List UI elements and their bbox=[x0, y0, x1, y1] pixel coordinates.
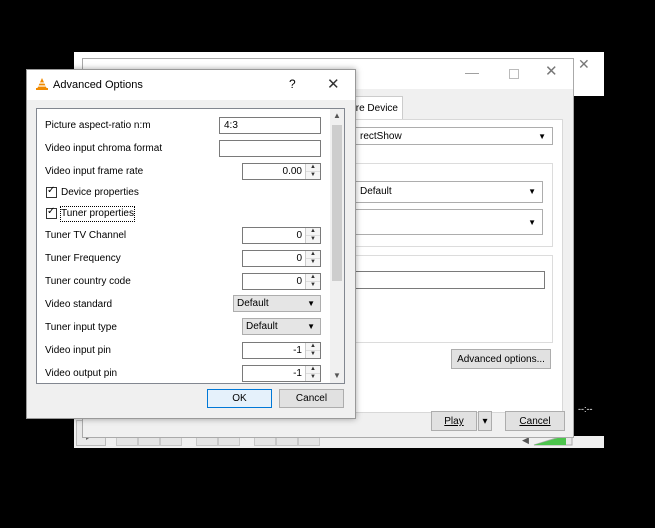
aspect-ratio-input[interactable]: 4:3 bbox=[219, 117, 321, 134]
minimize-icon[interactable]: — bbox=[465, 65, 479, 79]
play-dropdown-button[interactable]: ▾ bbox=[478, 411, 492, 431]
device-properties-label: Device properties bbox=[61, 187, 139, 198]
maximize-icon[interactable] bbox=[509, 69, 519, 79]
video-device-select[interactable]: Default ▼ bbox=[355, 181, 543, 203]
chroma-format-label: Video input chroma format bbox=[45, 143, 163, 154]
advanced-options-button[interactable]: Advanced options... bbox=[451, 349, 551, 369]
advanced-options-dialog: Advanced Options ? ✕ Picture aspect-rati… bbox=[26, 69, 356, 419]
help-icon[interactable]: ? bbox=[289, 77, 296, 91]
tuner-input-label: Tuner input type bbox=[45, 322, 117, 333]
input-pin-spinner[interactable]: -1 ▲ ▼ bbox=[242, 342, 321, 359]
country-code-spinner[interactable]: 0 ▲ ▼ bbox=[242, 273, 321, 290]
spinner-arrows-icon[interactable]: ▲ ▼ bbox=[305, 164, 320, 179]
tuner-input-select[interactable]: Default ▼ bbox=[242, 318, 321, 335]
tuner-properties-checkbox[interactable] bbox=[46, 206, 57, 219]
tv-channel-spinner[interactable]: 0 ▲ ▼ bbox=[242, 227, 321, 244]
cancel-button[interactable]: Cancel bbox=[279, 389, 344, 408]
cancel-button[interactable]: Cancel bbox=[505, 411, 565, 431]
output-pin-label: Video output pin bbox=[45, 368, 118, 379]
vlc-close-icon[interactable]: ✕ bbox=[578, 56, 594, 72]
tuner-properties-label: Tuner properties bbox=[60, 206, 135, 222]
spinner-arrows-icon[interactable]: ▲ ▼ bbox=[305, 343, 320, 358]
input-pin-label: Video input pin bbox=[45, 345, 111, 356]
close-icon[interactable]: ✕ bbox=[327, 75, 340, 93]
options-group bbox=[355, 255, 553, 343]
vlc-cone-icon bbox=[36, 78, 48, 90]
tuner-frequency-label: Tuner Frequency bbox=[45, 253, 121, 264]
frame-rate-spinner[interactable]: 0.00 ▲ ▼ bbox=[242, 163, 321, 180]
spinner-arrows-icon[interactable]: ▲ ▼ bbox=[305, 228, 320, 243]
vertical-scrollbar[interactable]: ▲ ▼ bbox=[330, 109, 344, 383]
scroll-thumb[interactable] bbox=[332, 125, 342, 281]
options-field[interactable] bbox=[355, 271, 545, 289]
scroll-up-icon[interactable]: ▲ bbox=[330, 109, 344, 123]
time-remaining: --:-- bbox=[578, 404, 593, 414]
spinner-arrows-icon[interactable]: ▲ ▼ bbox=[305, 251, 320, 266]
video-standard-label: Video standard bbox=[45, 299, 113, 310]
tuner-frequency-spinner[interactable]: 0 ▲ ▼ bbox=[242, 250, 321, 267]
video-area bbox=[574, 96, 604, 436]
aspect-ratio-label: Picture aspect-ratio n:m bbox=[45, 120, 151, 131]
audio-device-select[interactable]: ▼ bbox=[355, 209, 543, 235]
scroll-down-icon[interactable]: ▼ bbox=[330, 369, 344, 383]
spinner-arrows-icon[interactable]: ▲ ▼ bbox=[305, 366, 320, 381]
ok-button[interactable]: OK bbox=[207, 389, 272, 408]
dialog-title: Advanced Options bbox=[53, 79, 143, 91]
capture-mode-select[interactable]: rectShow ▼ bbox=[355, 127, 553, 145]
play-button[interactable]: Play bbox=[431, 411, 477, 431]
chroma-format-input[interactable] bbox=[219, 140, 321, 157]
country-code-label: Tuner country code bbox=[45, 276, 131, 287]
video-standard-select[interactable]: Default ▼ bbox=[233, 295, 321, 312]
spinner-arrows-icon[interactable]: ▲ ▼ bbox=[305, 274, 320, 289]
tv-channel-label: Tuner TV Channel bbox=[45, 230, 127, 241]
output-pin-spinner[interactable]: -1 ▲ ▼ bbox=[242, 365, 321, 382]
device-properties-checkbox[interactable] bbox=[46, 185, 57, 198]
frame-rate-label: Video input frame rate bbox=[45, 166, 144, 177]
tab-capture-device[interactable]: re Device bbox=[351, 96, 403, 120]
options-scroll-area: Picture aspect-ratio n:m 4:3 Video input… bbox=[36, 108, 345, 384]
close-icon[interactable]: ✕ bbox=[545, 64, 559, 79]
